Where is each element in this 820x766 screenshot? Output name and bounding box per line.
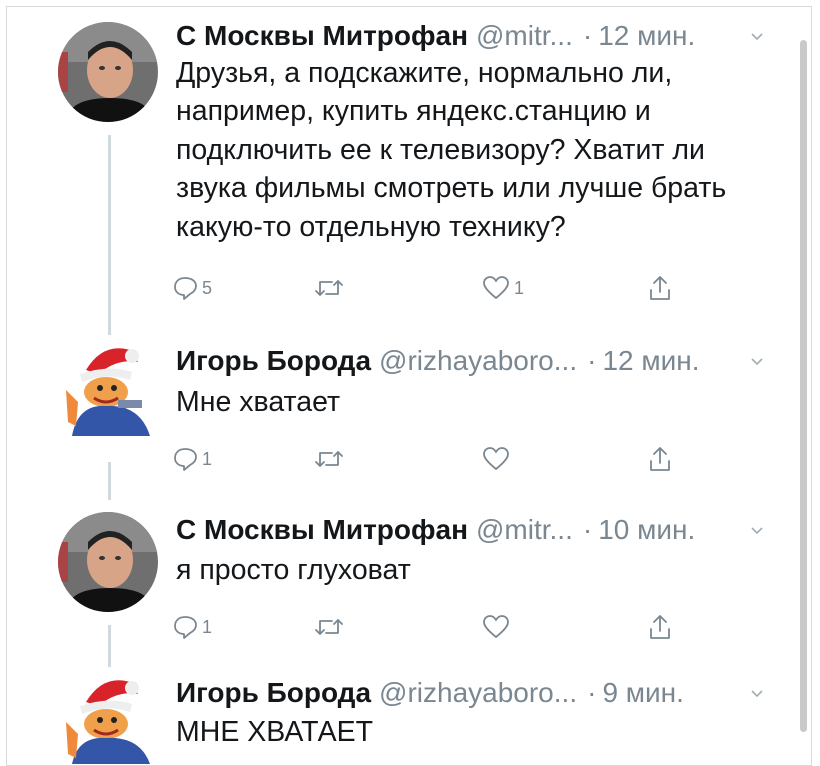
reply-count: 1 [202, 616, 213, 637]
separator-dot: · [587, 677, 597, 708]
reply-count: 1 [202, 448, 213, 469]
tweet-time[interactable]: 10 мин. [598, 512, 695, 548]
like-button[interactable] [482, 443, 514, 475]
avatar[interactable] [58, 672, 158, 764]
tweet-header: С Москвы Митрофан @mitr... · 12 мин. [176, 18, 695, 54]
retweet-button[interactable] [314, 272, 344, 304]
tweet-time[interactable]: 12 мин. [598, 18, 695, 54]
author-handle[interactable]: @rizhayaboro... [379, 675, 577, 711]
separator-dot: · [582, 514, 593, 545]
share-icon [650, 447, 670, 471]
share-icon [650, 276, 670, 300]
author-name[interactable]: С Москвы Митрофан [176, 512, 468, 548]
avatar[interactable] [58, 22, 158, 122]
tweet-text: Друзья, а подскажите, нормально ли, напр… [176, 57, 727, 243]
chevron-down-icon[interactable] [750, 30, 764, 44]
tweet-header: Игорь Борода @rizhayaboro... · 9 мин. [176, 675, 684, 711]
reply-icon [174, 616, 197, 639]
retweet-button[interactable] [314, 611, 344, 643]
chevron-down-icon[interactable] [750, 524, 764, 538]
chevron-down-icon[interactable] [750, 355, 764, 369]
reply-button[interactable]: 1 [172, 443, 212, 475]
author-handle[interactable]: @mitr... [476, 18, 573, 54]
share-button[interactable] [648, 272, 672, 304]
tweet-actions: 5 1 [172, 272, 692, 304]
share-button[interactable] [648, 443, 672, 475]
like-button[interactable] [482, 611, 514, 643]
reply-button[interactable]: 1 [172, 611, 212, 643]
separator-dot: · [582, 20, 593, 51]
reply-button[interactable]: 5 [172, 272, 212, 304]
tweet-time[interactable]: 12 мин. [602, 343, 699, 379]
heart-icon [483, 447, 509, 470]
retweet-icon [315, 451, 343, 467]
tweet-text: МНЕ ХВАТАЕТ [176, 716, 373, 748]
scrollbar[interactable] [800, 40, 807, 732]
author-name[interactable]: Игорь Борода [176, 343, 371, 379]
avatar[interactable] [58, 512, 158, 612]
tweet-header: С Москвы Митрофан @mitr... · 10 мин. [176, 512, 695, 548]
author-name[interactable]: Игорь Борода [176, 675, 371, 711]
thread-line [108, 625, 111, 667]
author-handle[interactable]: @rizhayaboro... [379, 343, 577, 379]
share-icon [650, 615, 670, 639]
tweet-time[interactable]: 9 мин. [602, 675, 683, 711]
author-handle[interactable]: @mitr... [476, 512, 573, 548]
reply-count: 5 [202, 277, 213, 298]
reply-icon [174, 277, 197, 300]
tweet-text: Мне хватает [176, 386, 341, 418]
thread-line [108, 135, 111, 335]
heart-icon [483, 276, 509, 299]
tweet-header: Игорь Борода @rizhayaboro... · 12 мин. [176, 343, 700, 379]
author-name[interactable]: С Москвы Митрофан [176, 18, 468, 54]
retweet-icon [315, 280, 343, 296]
tweet-actions: 1 [172, 443, 692, 475]
tweet-actions: 1 [172, 611, 692, 643]
tweet-text: я просто глуховат [176, 554, 411, 586]
thread-line [108, 462, 111, 500]
separator-dot: · [587, 345, 597, 376]
like-count: 1 [514, 277, 525, 298]
share-button[interactable] [648, 611, 672, 643]
heart-icon [483, 615, 509, 638]
retweet-icon [315, 619, 343, 635]
like-button[interactable]: 1 [482, 272, 524, 304]
reply-icon [174, 448, 197, 471]
chevron-down-icon[interactable] [750, 687, 764, 701]
avatar[interactable] [58, 340, 158, 440]
retweet-button[interactable] [314, 443, 344, 475]
